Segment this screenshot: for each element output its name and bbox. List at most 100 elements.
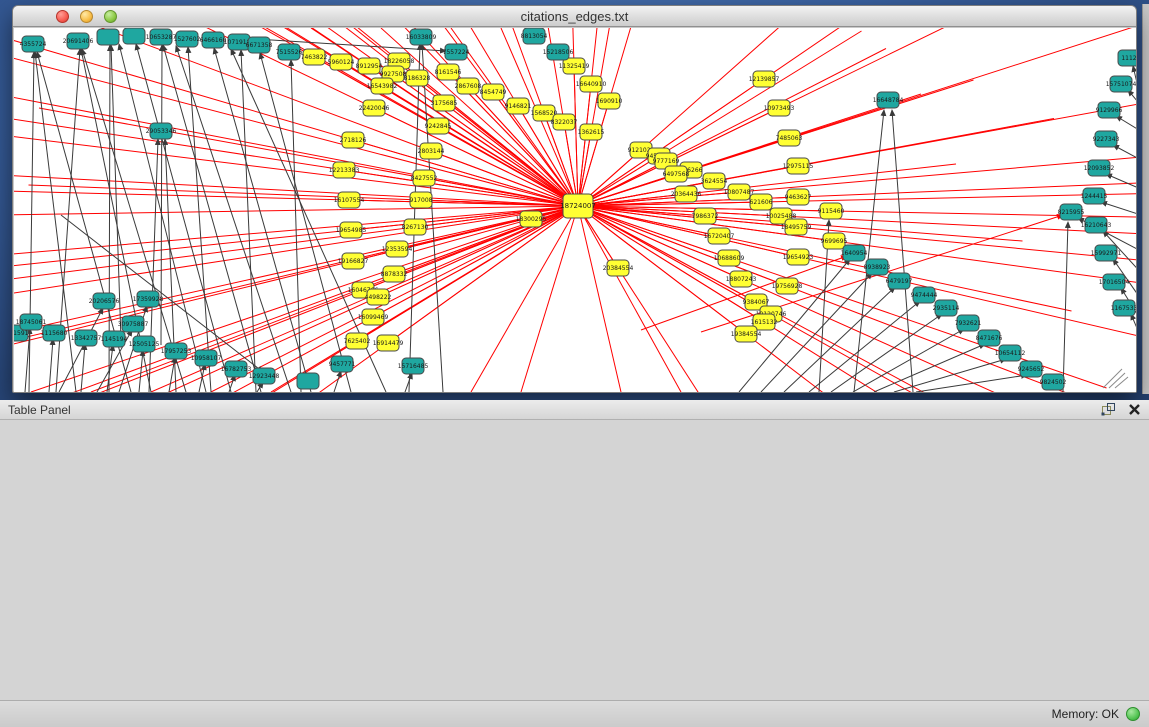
graph-node-label: 9227343 <box>1093 136 1120 143</box>
graph-node-label: 20206576 <box>89 298 120 305</box>
network-view-canvas[interactable]: 7463822596012489129541822605899275081654… <box>14 28 1136 392</box>
window-resize-grip <box>1115 377 1128 388</box>
citation-edge <box>578 66 1136 206</box>
citation-edge <box>49 339 53 392</box>
citation-edge <box>81 344 85 392</box>
graph-node[interactable] <box>123 28 145 44</box>
memory-ok-indicator <box>1126 707 1140 721</box>
graph-node-label: 621606 <box>750 199 773 206</box>
citation-edge <box>29 52 34 392</box>
graph-node-label: 17359928 <box>133 296 164 303</box>
graph-node-label: 9927508 <box>380 71 407 78</box>
graph-node-label: 12923448 <box>249 373 280 380</box>
network-window-titlebar[interactable]: citations_edges.txt <box>13 6 1136 27</box>
citation-edge <box>641 256 847 330</box>
graph-node-label: 5960124 <box>328 59 355 66</box>
graph-node-label: 10654112 <box>995 350 1026 357</box>
graph-node-label: 19756928 <box>772 283 803 290</box>
graph-node-label: 1145194 <box>101 336 128 343</box>
citation-edge <box>809 301 920 392</box>
citation-edge <box>14 55 578 206</box>
citation-edge <box>578 206 1136 224</box>
graph-node-label: 8454749 <box>480 89 507 96</box>
graph-node-label: 6671358 <box>246 42 273 49</box>
table-panel-titlebar: Table Panel <box>0 400 1149 420</box>
citation-edge <box>139 350 143 392</box>
citation-edge <box>916 375 1027 392</box>
graph-node-label: 16543982 <box>367 83 398 90</box>
graph-node-label: 16107554 <box>334 197 365 204</box>
citation-edge <box>163 45 261 392</box>
graph-node-label: 30975887 <box>118 321 149 328</box>
graph-node-label: 9245652 <box>1018 366 1045 373</box>
graph-node-label: 1362615 <box>578 129 605 136</box>
graph-node-label: 17957253 <box>161 348 192 355</box>
graph-node-label: 8938923 <box>864 264 891 271</box>
graph-node-label: 9384067 <box>743 299 770 306</box>
graph-node-label: 15751074 <box>1106 81 1136 88</box>
graph-node-label: 16914479 <box>373 340 404 347</box>
graph-node-label: 4498222 <box>365 294 392 301</box>
graph-node-label: 19654985 <box>336 227 367 234</box>
citation-edge <box>214 48 311 392</box>
graph-node-label: 391591 <box>14 330 29 337</box>
network-canvas-svg: 7463822596012489129541822605899275081654… <box>14 28 1136 392</box>
graph-node-label: 12353594 <box>382 246 413 253</box>
citation-edge <box>578 206 1136 329</box>
graph-node-label: 17016504 <box>1099 279 1130 286</box>
network-window: citations_edges.txt 74638225960124891295… <box>12 5 1137 393</box>
float-panel-icon[interactable] <box>1101 402 1116 416</box>
graph-node-label: 15716485 <box>398 363 429 370</box>
graph-node-label: 8267130 <box>402 224 429 231</box>
graph-node-label: 18724007 <box>560 202 596 210</box>
graph-node-label: 9777169 <box>653 158 680 165</box>
graph-node-label: 7463822 <box>301 54 328 61</box>
graph-node-label: 11325419 <box>559 63 590 70</box>
graph-node-label: 8471676 <box>976 335 1003 342</box>
graph-node-label: 16210643 <box>1081 222 1112 229</box>
graph-node-label: 16782753 <box>221 366 252 373</box>
graph-node-label: 7485063 <box>776 135 803 142</box>
graph-node-label: 3624554 <box>701 178 728 185</box>
graph-node[interactable] <box>97 29 119 45</box>
graph-node-label: 7932621 <box>955 320 982 327</box>
graph-node-label: 4355724 <box>20 41 47 48</box>
citation-edge <box>291 60 301 392</box>
graph-node-label: 22420046 <box>359 105 390 112</box>
citation-edge <box>241 50 256 392</box>
memory-status-label: Memory: OK <box>1052 707 1119 721</box>
graph-node-label: 8878332 <box>381 271 408 278</box>
graph-node-label: 10973493 <box>764 105 795 112</box>
graph-node-label: 12139857 <box>749 76 780 83</box>
graph-node-label: 8215955 <box>1058 209 1085 216</box>
graph-node-label: 8186328 <box>404 75 431 82</box>
graph-node-label: 9457771 <box>329 361 356 368</box>
citation-edge <box>1116 116 1136 130</box>
table-panel-title: Table Panel <box>8 403 71 417</box>
graph-node-label: 16720407 <box>704 233 735 240</box>
graph-node-label: 20364436 <box>671 191 702 198</box>
desktop-background: citations_edges.txt 74638225960124891295… <box>0 0 1149 400</box>
graph-node-label: 9699695 <box>821 238 848 245</box>
graph-node-label: 10958107 <box>191 355 222 362</box>
graph-node-label: 18745061 <box>16 319 47 326</box>
citation-edge <box>1131 314 1136 352</box>
citation-edge <box>14 95 578 206</box>
citation-edge <box>874 344 985 392</box>
graph-node-label: 1167533 <box>1111 305 1136 312</box>
graph-node-label: 8813054 <box>521 33 548 40</box>
graph-node-label: 1244415 <box>1081 193 1108 200</box>
graph-node-label: 12093852 <box>1084 165 1115 172</box>
status-bar: Memory: OK <box>0 700 1149 727</box>
graph-node-label: 16099469 <box>358 314 389 321</box>
close-panel-icon[interactable] <box>1128 403 1141 416</box>
graph-node-label: 8912954 <box>356 63 383 70</box>
graph-node-label: 9463627 <box>785 194 812 201</box>
citation-edge <box>1101 202 1136 215</box>
citation-edge <box>229 375 235 392</box>
graph-node-label: 16648784 <box>873 97 904 104</box>
graph-node-label: 9824502 <box>1040 379 1067 386</box>
citation-edge <box>149 139 158 392</box>
window-title: citations_edges.txt <box>13 9 1136 24</box>
graph-node[interactable] <box>297 373 319 389</box>
